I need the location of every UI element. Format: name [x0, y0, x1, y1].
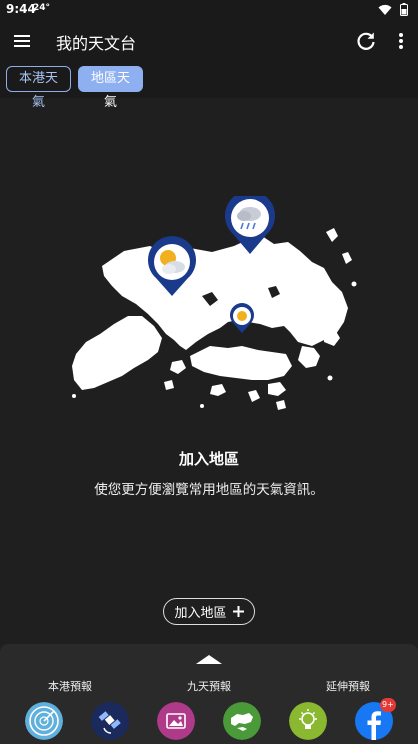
chevron-up-icon[interactable]: [196, 654, 222, 664]
refresh-icon[interactable]: [354, 29, 378, 53]
status-temperature: 24°: [33, 3, 51, 13]
region-tabs: 本港天氣 地區天氣: [0, 62, 418, 110]
weather-pin-sunny-icon: [230, 303, 254, 333]
local-forecast-label[interactable]: 本港預報: [48, 678, 92, 694]
extended-forecast-label[interactable]: 延伸預報: [326, 678, 370, 694]
empty-state-title: 加入地區: [178, 450, 239, 468]
plus-icon: [232, 606, 244, 617]
page-title: 我的天文台: [56, 34, 137, 53]
nine-day-forecast-label[interactable]: 九天預報: [187, 678, 231, 694]
status-icons: [378, 3, 408, 16]
tab-local-weather[interactable]: 本港天氣: [6, 66, 71, 110]
status-bar: 9:44 24°: [0, 0, 418, 20]
weather-photo-icon[interactable]: [157, 702, 195, 740]
satellite-icon[interactable]: [91, 702, 129, 740]
hong-kong-map-illustration: [72, 196, 357, 410]
menu-icon[interactable]: [12, 30, 34, 52]
add-region-label: 加入地區: [174, 606, 227, 621]
wifi-icon: [378, 4, 392, 15]
more-vert-icon[interactable]: [391, 29, 411, 53]
facebook-button[interactable]: 9+: [355, 698, 396, 740]
battery-icon: [400, 3, 408, 16]
add-region-button[interactable]: 加入地區: [163, 598, 255, 625]
bottom-sheet: 本港預報 九天預報 延伸預報 9+: [0, 644, 418, 744]
empty-state-description: 使您更方便瀏覽常用地區的天氣資訊。: [94, 482, 324, 498]
radar-icon[interactable]: [25, 702, 63, 740]
notification-badge: 9+: [380, 698, 396, 712]
tab-regional-weather[interactable]: 地區天氣: [78, 66, 143, 110]
lightbulb-icon[interactable]: [289, 702, 327, 740]
status-time: 9:44: [6, 2, 36, 16]
app-bar: 我的天文台: [0, 20, 418, 62]
regional-map-icon[interactable]: [223, 702, 261, 740]
